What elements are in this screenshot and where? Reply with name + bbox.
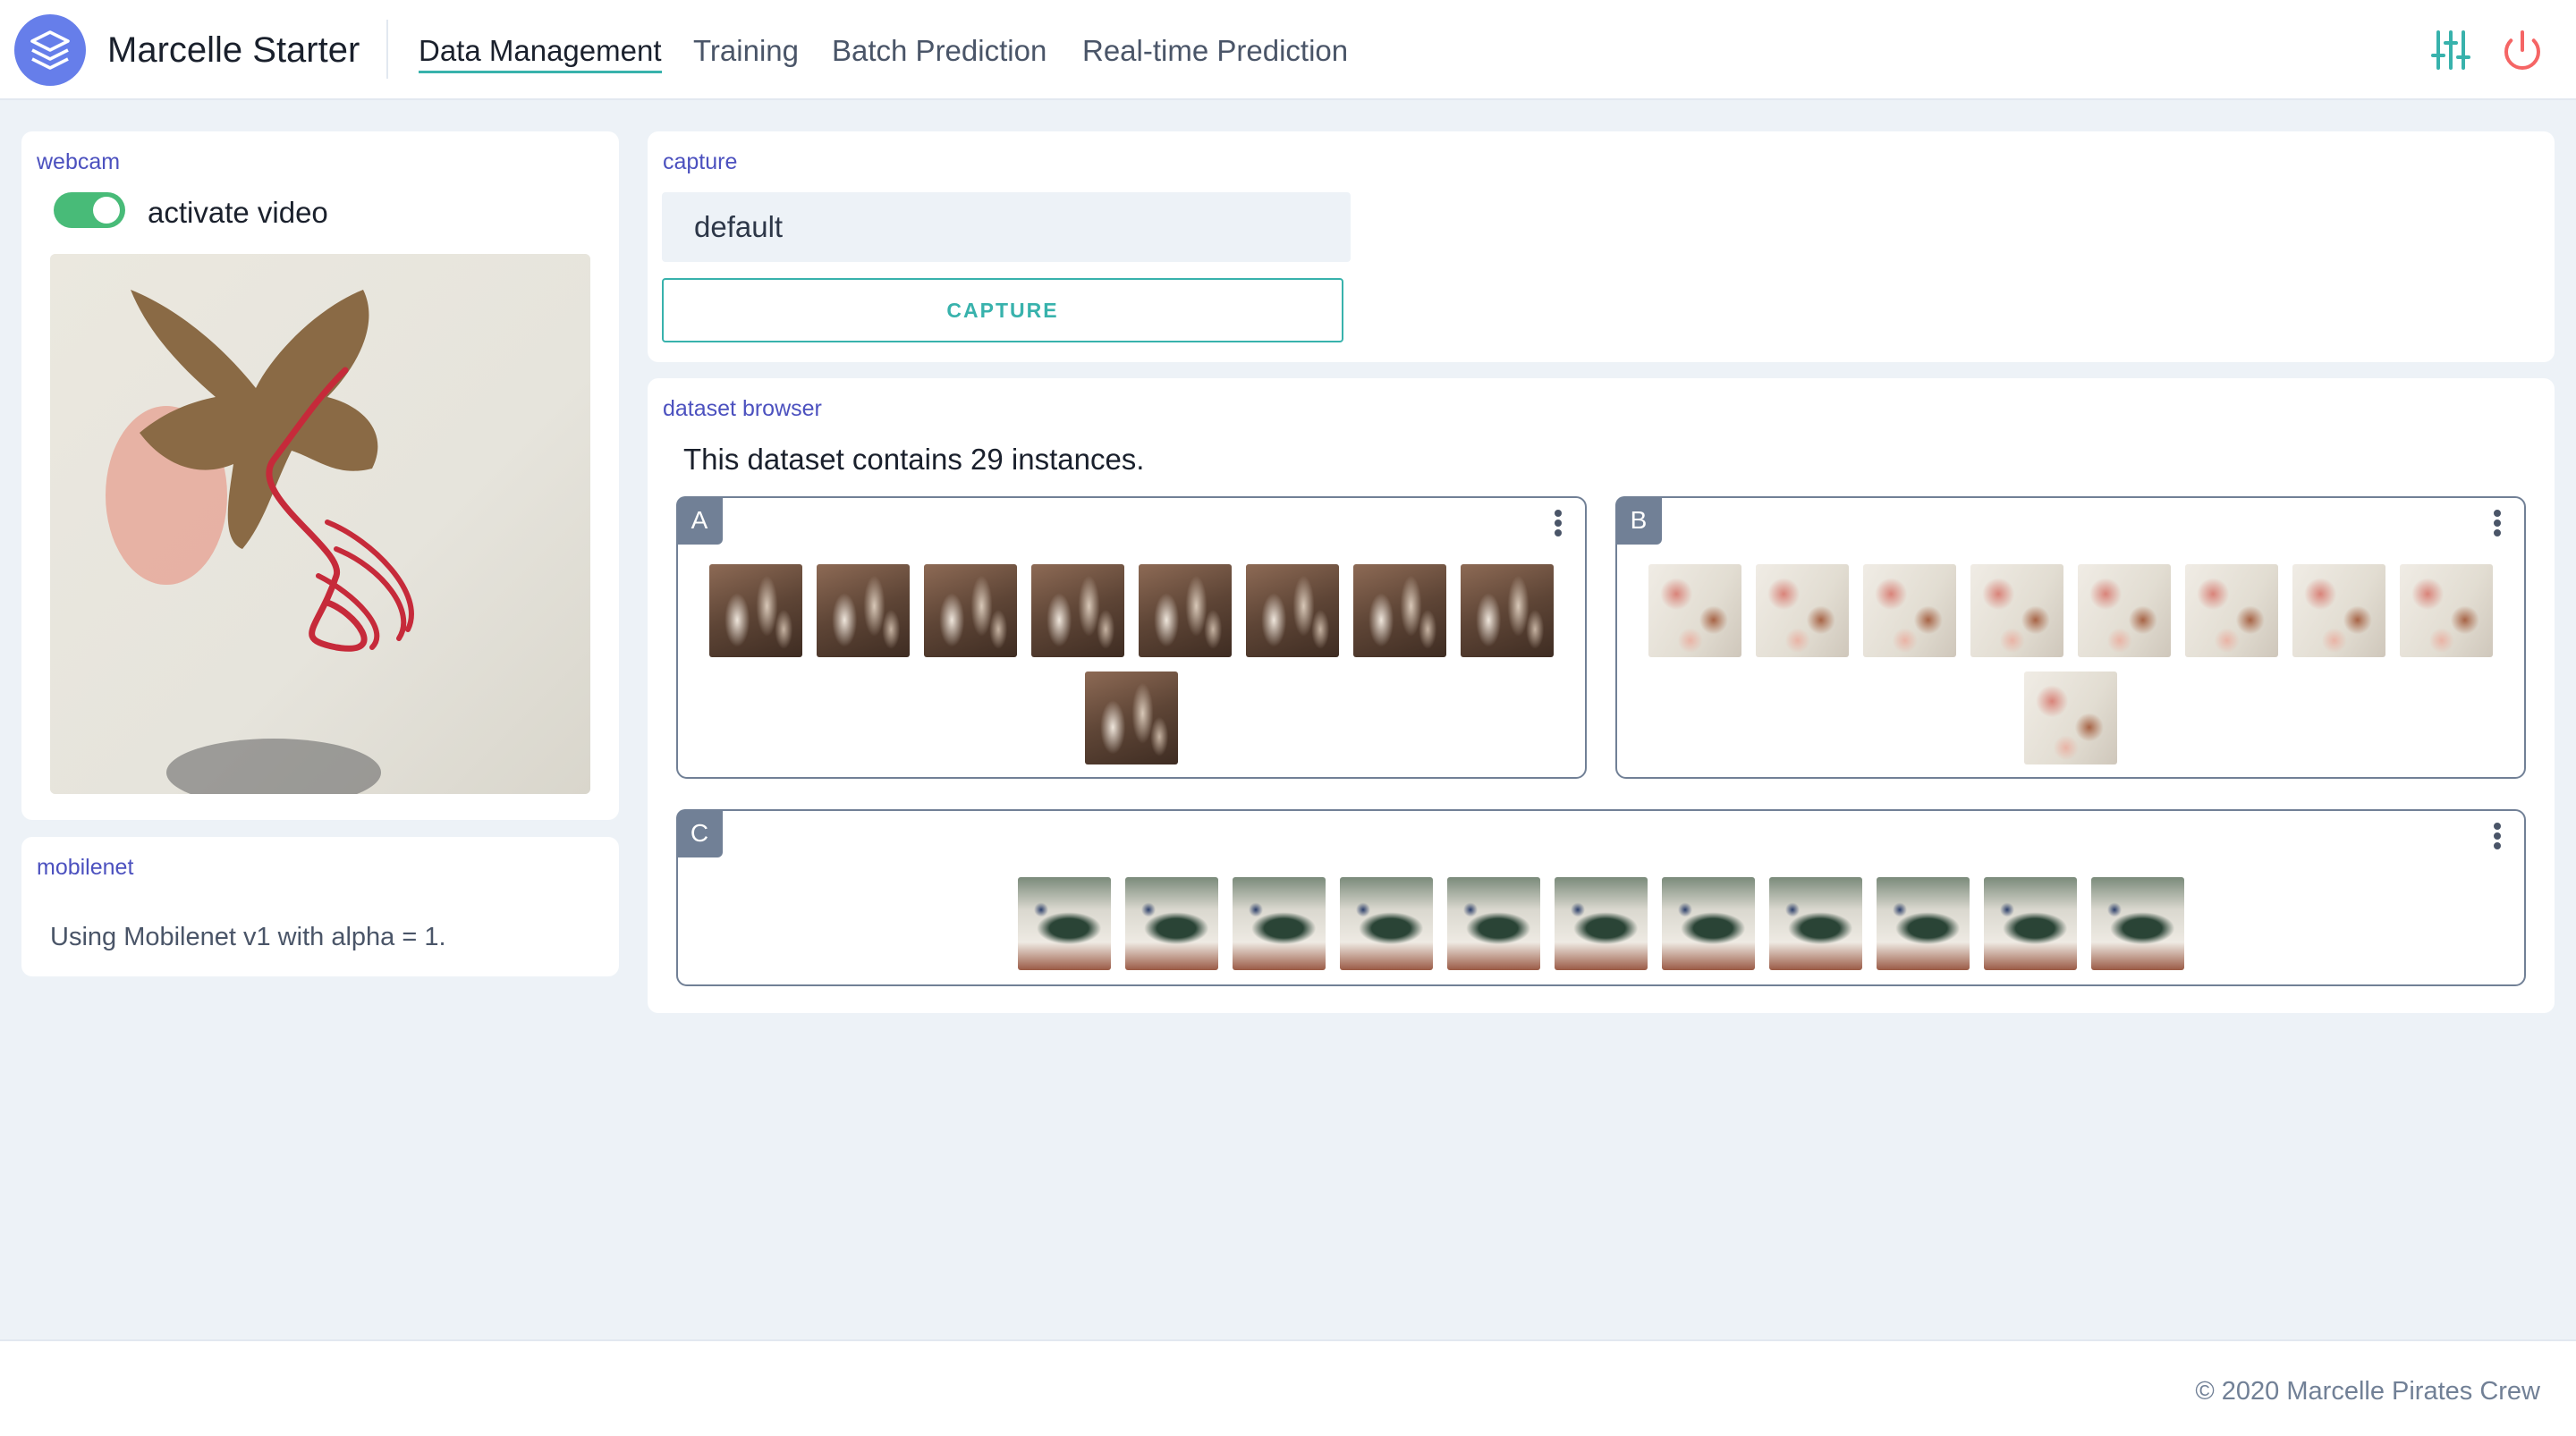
power-icon[interactable] xyxy=(2501,29,2544,72)
tab-training[interactable]: Training xyxy=(693,34,799,68)
dataset-browser-card: dataset browser This dataset contains 29… xyxy=(648,378,2555,1013)
activate-video-toggle[interactable] xyxy=(54,192,125,228)
webcam-card: webcam activate video xyxy=(21,131,619,820)
instance-thumbnail[interactable] xyxy=(1970,564,2063,657)
class-label-b: B xyxy=(1615,496,1662,545)
instance-thumbnail[interactable] xyxy=(1863,564,1956,657)
instance-thumbnail[interactable] xyxy=(1246,564,1339,657)
instance-thumbnail[interactable] xyxy=(2400,564,2493,657)
capture-card: capture CAPTURE xyxy=(648,131,2555,362)
mobilenet-description: Using Mobilenet v1 with alpha = 1. xyxy=(50,923,446,951)
capture-button[interactable]: CAPTURE xyxy=(662,278,1343,342)
instance-thumbnail[interactable] xyxy=(1984,877,2077,970)
instance-thumbnail[interactable] xyxy=(2091,877,2184,970)
tab-realtime-prediction[interactable]: Real-time Prediction xyxy=(1082,34,1348,68)
instance-thumbnail[interactable] xyxy=(2292,564,2385,657)
instance-thumbnail[interactable] xyxy=(1461,564,1554,657)
app-title: Marcelle Starter xyxy=(107,30,360,70)
mobilenet-label: mobilenet xyxy=(37,855,134,880)
instance-thumbnail[interactable] xyxy=(1340,877,1433,970)
instance-thumbnail[interactable] xyxy=(1555,877,1648,970)
webcam-video xyxy=(50,254,590,794)
dataset-summary: This dataset contains 29 instances. xyxy=(683,443,1145,476)
instance-thumbnail[interactable] xyxy=(1018,877,1111,970)
instance-thumbnail[interactable] xyxy=(709,564,802,657)
instance-thumbnail[interactable] xyxy=(2024,672,2117,764)
instance-thumbnail[interactable] xyxy=(1662,877,1755,970)
toggle-knob xyxy=(93,197,120,224)
tab-data-management[interactable]: Data Management xyxy=(419,34,662,73)
mobilenet-card: mobilenet Using Mobilenet v1 with alpha … xyxy=(21,837,619,976)
class-label-a: A xyxy=(676,496,723,545)
instance-thumbnail[interactable] xyxy=(1139,564,1232,657)
sliders-icon[interactable] xyxy=(2429,29,2472,72)
class-label-c: C xyxy=(676,809,723,857)
footer-copyright: © 2020 Marcelle Pirates Crew xyxy=(2195,1377,2540,1406)
more-options-icon[interactable] xyxy=(1549,507,1567,543)
instance-thumbnail[interactable] xyxy=(1648,564,1741,657)
header-divider xyxy=(386,20,388,79)
instance-thumbnail[interactable] xyxy=(1233,877,1326,970)
app-footer: © 2020 Marcelle Pirates Crew xyxy=(0,1339,2576,1436)
instance-thumbnail[interactable] xyxy=(1031,564,1124,657)
more-options-icon[interactable] xyxy=(2488,507,2506,543)
instance-thumbnail[interactable] xyxy=(817,564,910,657)
instance-thumbnail[interactable] xyxy=(1447,877,1540,970)
label-input[interactable] xyxy=(662,192,1351,262)
instance-thumbnail[interactable] xyxy=(924,564,1017,657)
webcam-label: webcam xyxy=(37,149,121,174)
capture-label: capture xyxy=(663,149,738,174)
instance-thumbnail[interactable] xyxy=(1769,877,1862,970)
instance-thumbnail[interactable] xyxy=(1877,877,1970,970)
activate-video-label: activate video xyxy=(148,196,328,229)
app-header: Marcelle Starter Data Management Trainin… xyxy=(0,0,2576,100)
dataset-browser-label: dataset browser xyxy=(663,396,822,421)
class-box-a: A xyxy=(676,496,1587,779)
instance-thumbnail[interactable] xyxy=(2185,564,2278,657)
tab-batch-prediction[interactable]: Batch Prediction xyxy=(832,34,1046,68)
instance-thumbnail[interactable] xyxy=(1756,564,1849,657)
instance-thumbnail[interactable] xyxy=(1085,672,1178,764)
class-box-c: C xyxy=(676,809,2526,986)
layers-icon[interactable] xyxy=(14,14,86,86)
class-box-b: B xyxy=(1615,496,2526,779)
instance-thumbnail[interactable] xyxy=(2078,564,2171,657)
instance-thumbnail[interactable] xyxy=(1125,877,1218,970)
instance-thumbnail[interactable] xyxy=(1353,564,1446,657)
more-options-icon[interactable] xyxy=(2488,820,2506,856)
